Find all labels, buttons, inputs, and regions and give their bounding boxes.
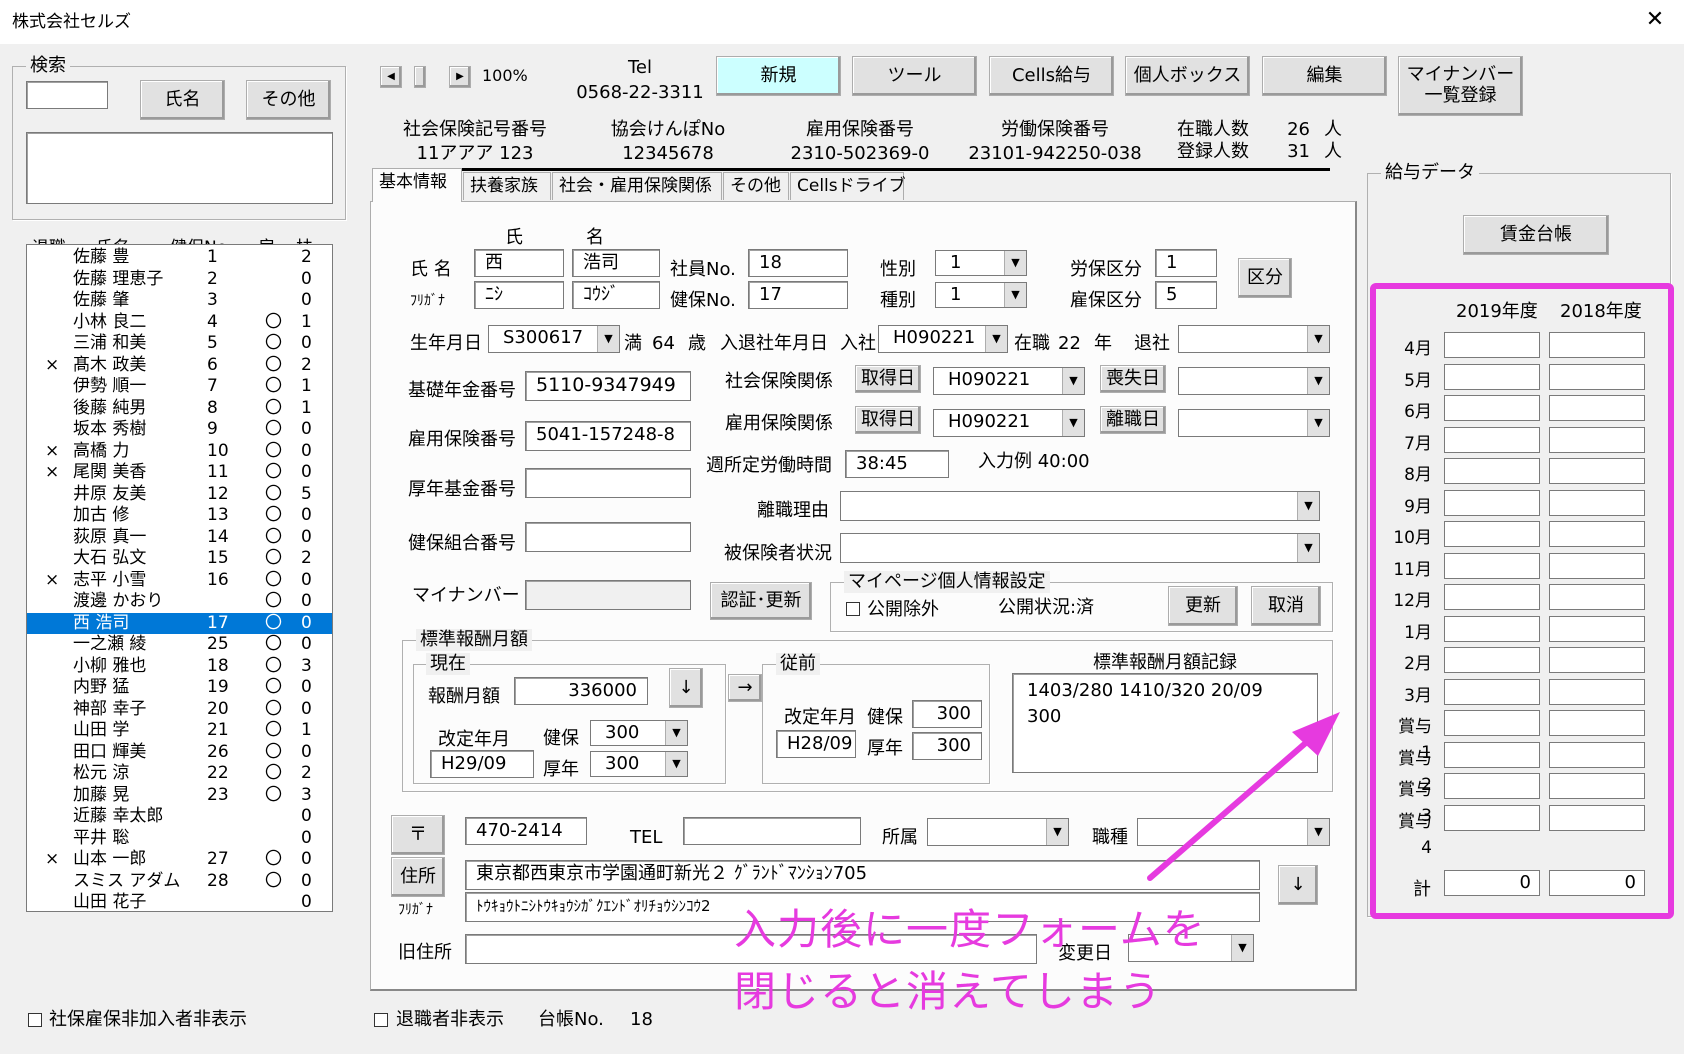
- annotation-line-1: 入力後に一度フォームを: [734, 905, 1206, 954]
- tab-basic[interactable]: 基本情報: [372, 168, 462, 202]
- annotation-line-2: 閉じると消えてしまう: [734, 967, 1162, 1016]
- annotation-arrow: [1147, 712, 1340, 881]
